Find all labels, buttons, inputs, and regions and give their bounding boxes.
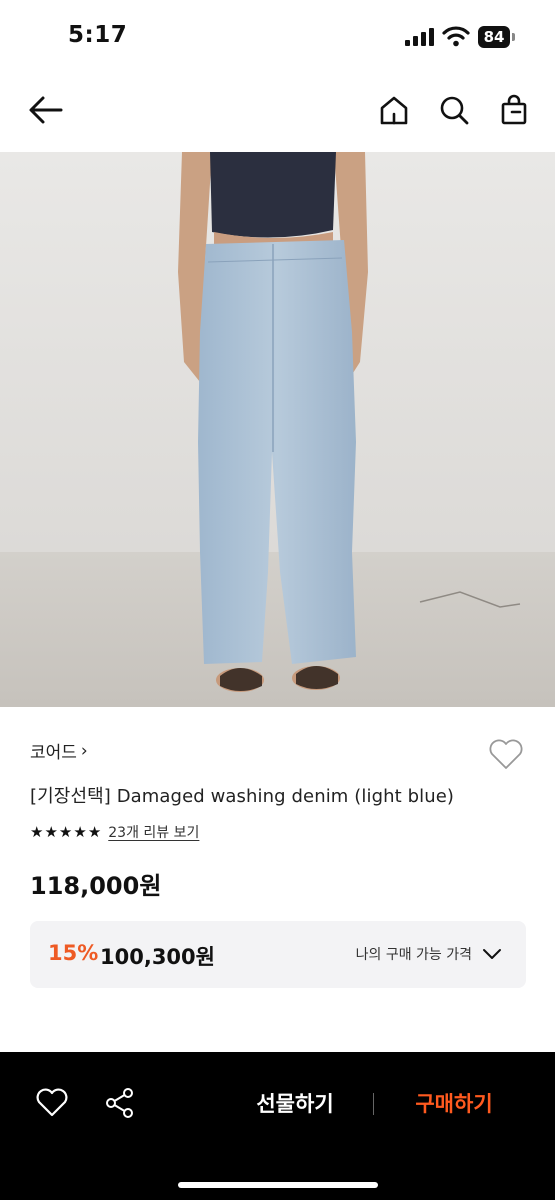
rating-stars: ★ ★ ★ ★ ★ [30,822,101,842]
cellular-signal-icon [405,28,434,46]
share-button[interactable] [100,1083,140,1123]
star-icon: ★ [44,823,58,841]
star-icon: ★ [73,823,87,841]
brand-link[interactable]: 코어드 › [30,738,88,764]
chevron-down-icon [483,949,501,959]
product-image[interactable] [0,152,555,707]
product-photo [0,152,555,707]
bottom-wishlist-button[interactable] [32,1083,72,1123]
battery-icon: 84 [478,26,518,48]
search-icon [440,96,469,125]
home-icon [380,96,408,125]
star-icon: ★ [58,823,73,841]
star-icon: ★ [87,823,102,841]
status-time: 5:17 [68,22,128,48]
brand-name: 코어드 [30,743,77,763]
bottom-action-bar: 선물하기 구매하기 [0,1052,555,1200]
top-navigation [0,70,555,152]
buy-button[interactable]: 구매하기 [390,1084,518,1124]
product-price: 118,000원 [30,872,162,900]
wishlist-button[interactable] [486,734,526,774]
product-title: [기장선택] Damaged washing denim (light blue… [30,786,455,807]
divider [373,1093,374,1115]
back-arrow-icon [29,96,63,124]
chevron-right-icon: › [80,740,88,761]
heart-icon [36,1088,68,1117]
shopping-bag-icon [501,94,527,125]
discount-rate: 15% [48,941,99,965]
discount-box[interactable]: 15% 100,300원 나의 구매 가능 가격 [30,921,526,988]
status-bar: 5:17 84 [0,0,555,70]
review-link[interactable]: 23개 리뷰 보기 [108,822,199,842]
rating-row: ★ ★ ★ ★ ★ 23개 리뷰 보기 [30,822,199,842]
heart-icon [489,739,523,769]
home-button[interactable] [374,90,414,130]
gift-button[interactable]: 선물하기 [230,1084,360,1124]
home-indicator [178,1182,378,1188]
share-icon [106,1088,133,1118]
battery-level: 84 [483,28,505,46]
discount-price: 100,300원 [100,945,215,969]
star-icon: ★ [30,823,44,841]
my-price-dropdown[interactable]: 나의 구매 가능 가격 [356,939,502,969]
wifi-icon [442,26,470,47]
my-price-label: 나의 구매 가능 가격 [355,947,472,963]
search-button[interactable] [434,90,474,130]
shopping-bag-button[interactable] [494,90,534,130]
back-button[interactable] [26,90,66,130]
